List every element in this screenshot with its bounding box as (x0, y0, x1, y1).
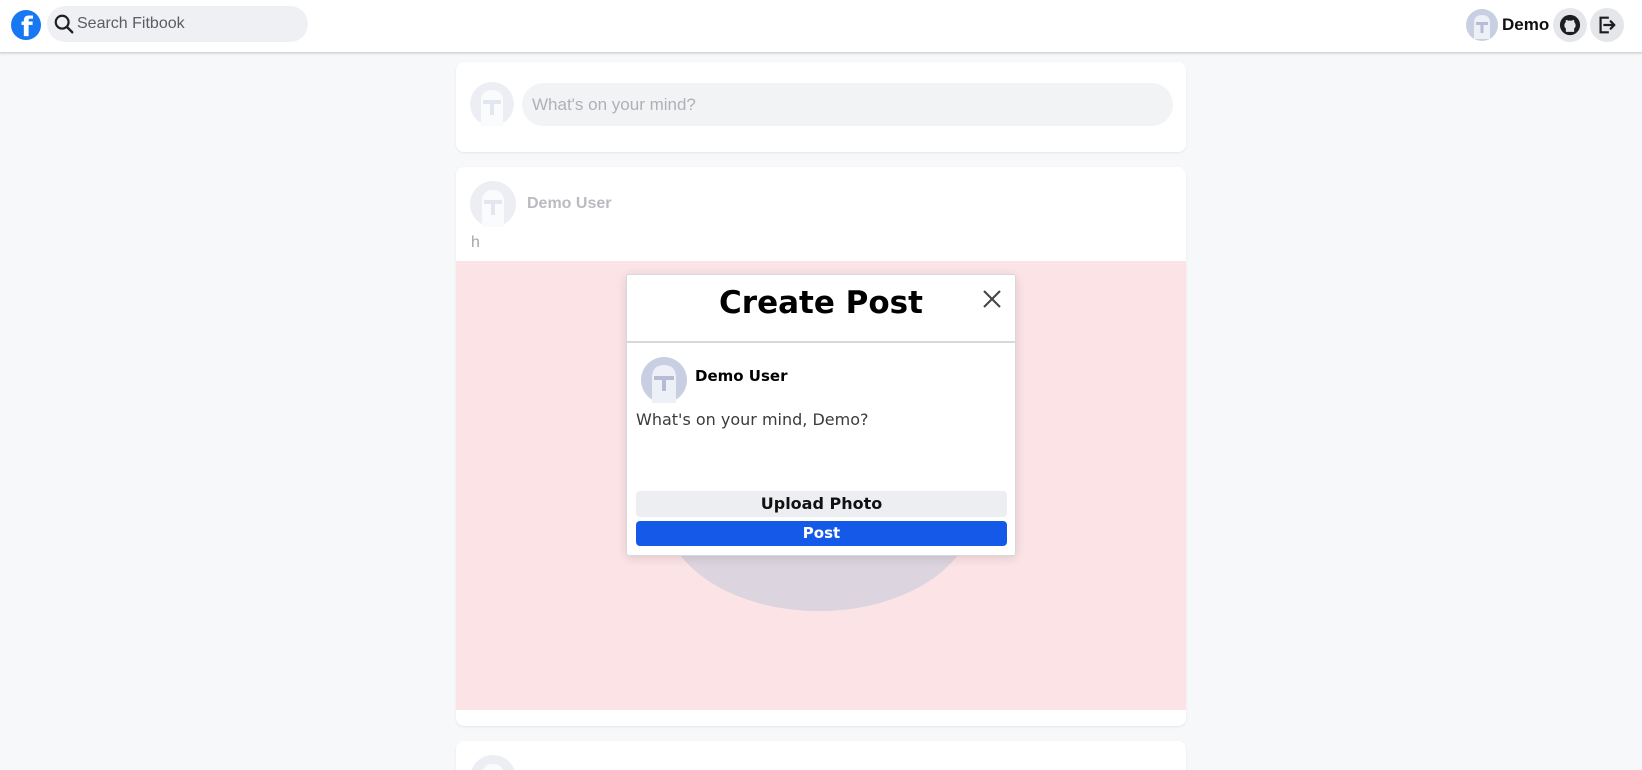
composer-avatar (470, 82, 514, 126)
post-text: h (471, 234, 480, 251)
create-post-modal: Create Post Demo User Upload Photo Post (626, 274, 1016, 556)
post-button[interactable]: Post (636, 521, 1007, 546)
post-text-input[interactable] (636, 410, 1006, 480)
post-author-name[interactable]: Demo User (527, 195, 611, 213)
logo-letter: f (21, 12, 33, 43)
modal-author-name: Demo User (695, 367, 788, 385)
post-author-avatar[interactable] (470, 755, 516, 770)
modal-title: Create Post (719, 285, 923, 321)
github-button[interactable] (1553, 8, 1587, 42)
search-input[interactable] (77, 6, 302, 42)
top-navbar: f Demo (0, 0, 1642, 53)
search-bar[interactable] (47, 6, 308, 42)
modal-divider (627, 341, 1015, 343)
fitbook-logo[interactable]: f (11, 10, 41, 43)
github-icon (1559, 14, 1581, 36)
composer-input[interactable]: What's on your mind? (522, 83, 1173, 126)
logout-icon (1599, 16, 1616, 34)
search-icon (54, 14, 74, 34)
feed-post (456, 741, 1186, 770)
logout-button[interactable] (1590, 8, 1624, 42)
close-icon[interactable] (981, 288, 1003, 310)
modal-author-avatar (641, 357, 687, 403)
user-name[interactable]: Demo (1502, 15, 1549, 35)
post-composer: What's on your mind? (456, 62, 1186, 152)
upload-photo-button[interactable]: Upload Photo (636, 491, 1007, 517)
user-avatar[interactable] (1466, 9, 1498, 41)
post-author-avatar[interactable] (470, 181, 516, 227)
